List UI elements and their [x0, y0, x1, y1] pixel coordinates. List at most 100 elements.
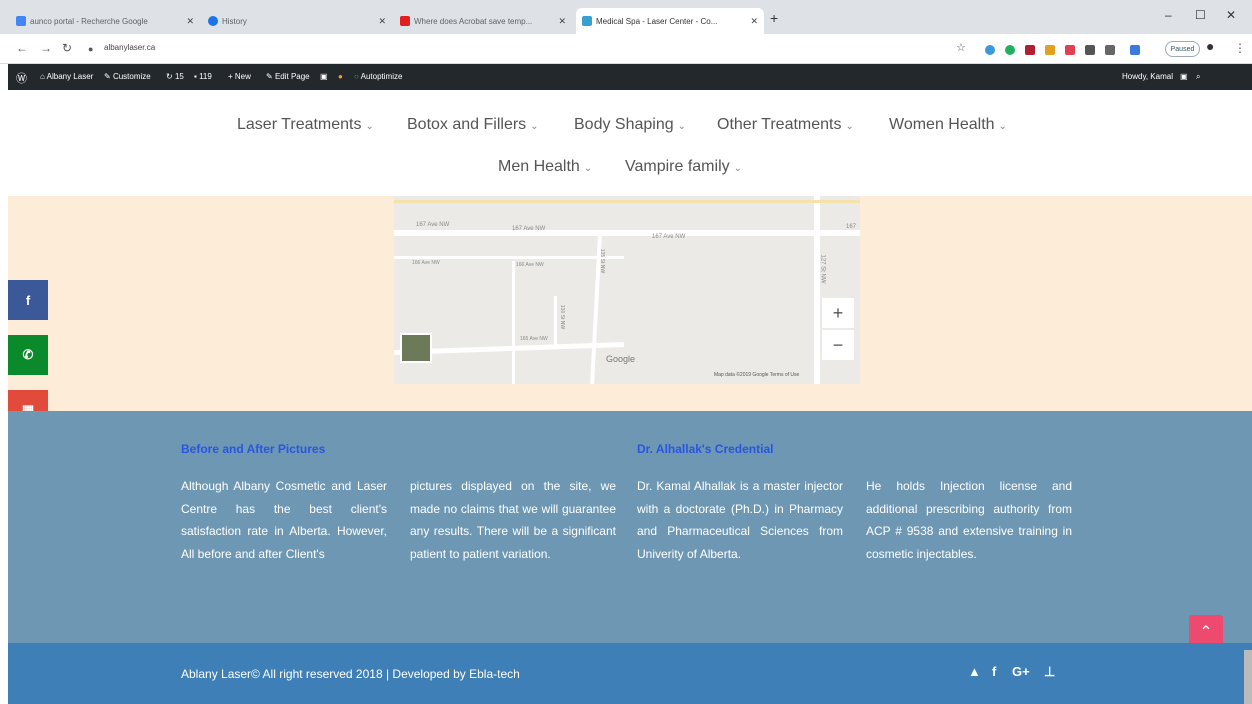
site-favicon-icon [582, 16, 592, 26]
menu-icon[interactable]: ⋮ [1234, 41, 1246, 55]
new-content-link[interactable]: + New [228, 72, 251, 81]
browser-tab[interactable]: Where does Acrobat save temp... ✕ [394, 8, 572, 34]
profile-paused-button[interactable]: Paused [1165, 41, 1200, 57]
edit-page-link[interactable]: ✎ Edit Page [266, 72, 310, 81]
chevron-down-icon: ⌄ [530, 121, 539, 132]
tab-title: Where does Acrobat save temp... [414, 16, 533, 26]
map-road [512, 261, 515, 384]
satellite-toggle[interactable] [400, 333, 432, 363]
facebook-icon[interactable]: f [992, 664, 996, 679]
chevron-down-icon: ⌄ [677, 121, 687, 132]
history-icon [208, 16, 218, 26]
map-label: 167 Ave NW [652, 234, 686, 240]
google-logo: Google [606, 354, 636, 364]
browser-tab[interactable]: aunco portal - Recherche Google ✕ [10, 8, 200, 34]
wordpress-icon[interactable]: Ⓦ [16, 70, 27, 86]
acrobat-icon [400, 16, 410, 26]
close-icon[interactable]: ✕ [750, 16, 758, 27]
address-bar: ← → ↻ ● albanylaser.ca ☆ Paused ● ⋮ [0, 34, 1252, 64]
browser-tab-active[interactable]: Medical Spa - Laser Center - Co... ✕ [576, 8, 764, 34]
map-label: 165 Ave NW [520, 336, 548, 342]
tab-title: aunco portal - Recherche Google [30, 16, 148, 26]
browser-tab[interactable]: History ✕ [202, 8, 392, 34]
comments-link[interactable]: ▪ 119 [194, 72, 212, 81]
map-road [394, 230, 860, 236]
new-tab-button[interactable]: + [770, 10, 778, 26]
nav-item-botox-fillers[interactable]: Botox and Fillers ⌄ [407, 116, 539, 134]
close-icon[interactable]: ✕ [378, 16, 386, 27]
credential-text-continued: He holds Injection license and additiona… [866, 479, 1072, 561]
chevron-down-icon: ⌄ [998, 121, 1007, 132]
google-icon [16, 16, 26, 26]
map-label: 166 Ave NW [516, 262, 544, 268]
nav-item-body-shaping[interactable]: Body Shaping ⌄ [574, 116, 686, 134]
nav-item-women-health[interactable]: Women Health ⌄ [889, 116, 1007, 134]
extension-icon[interactable] [1130, 45, 1140, 55]
url-field[interactable]: albanylaser.ca [104, 43, 155, 52]
sitemap-icon[interactable]: ⊥ [1044, 664, 1055, 680]
back-icon[interactable]: ← [16, 41, 28, 55]
zoom-out-button[interactable]: − [822, 330, 854, 360]
chevron-up-icon: ⌃ [1199, 624, 1213, 641]
copyright-text: Ablany Laser© All right reserved 2018 | … [181, 667, 520, 681]
star-icon[interactable]: ☆ [956, 41, 966, 54]
google-plus-icon[interactable]: G+ [1012, 664, 1030, 679]
avatar[interactable]: ▣ [1180, 72, 1188, 81]
map-label: 167 Ave NW [416, 222, 450, 228]
minimize-button[interactable]: – [1165, 8, 1172, 22]
chevron-down-icon: ⌄ [583, 163, 593, 174]
close-window-button[interactable]: ✕ [1226, 8, 1236, 22]
extension-icon[interactable] [1045, 45, 1055, 55]
extension-icon[interactable] [1025, 45, 1035, 55]
extension-icon[interactable] [1005, 45, 1015, 55]
browser-window: aunco portal - Recherche Google ✕ History… [0, 0, 1252, 704]
reload-icon[interactable]: ↻ [62, 41, 72, 55]
profile-avatar-icon[interactable]: ● [1206, 38, 1214, 54]
before-after-text-continued: pictures displayed on the site, we made … [410, 479, 616, 561]
tab-title: Medical Spa - Laser Center - Co... [596, 16, 718, 26]
credential-heading: Dr. Alhallak's Credential [637, 442, 774, 456]
facebook-icon: f [25, 292, 31, 308]
before-after-heading: Before and After Pictures [181, 442, 326, 456]
lock-icon: ● [88, 44, 94, 54]
map-label: 135 St NW [599, 248, 606, 274]
status-dot-icon: ● [338, 72, 343, 81]
nav-item-vampire-family[interactable]: Vampire family ⌄ [625, 158, 742, 176]
main-navigation [8, 90, 1252, 196]
map-road [394, 256, 624, 259]
phone-icon: ✆ [22, 347, 34, 362]
extension-icon[interactable] [985, 45, 995, 55]
nav-item-laser-treatments[interactable]: Laser Treatments ⌄ [237, 116, 374, 134]
nav-item-men-health[interactable]: Men Health ⌄ [498, 158, 592, 176]
scrollbar[interactable] [1244, 650, 1252, 704]
tab-title: History [222, 16, 247, 26]
zoom-in-button[interactable]: + [822, 298, 854, 328]
map-attribution[interactable]: Map data ©2019 Google Terms of Use [714, 372, 799, 378]
search-icon[interactable]: ⌕ [1196, 72, 1200, 82]
facebook-share-button[interactable]: f [8, 280, 48, 320]
map-label: 130 St NW [559, 304, 566, 330]
close-icon[interactable]: ✕ [186, 16, 194, 27]
site-name-link[interactable]: ⌂ Albany Laser [40, 72, 93, 81]
account-greeting[interactable]: Howdy, Kamal [1122, 72, 1173, 81]
youtube-icon[interactable]: ▲ [968, 664, 981, 679]
wp-admin-bar: Ⓦ ⌂ Albany Laser ✎ Customize ↻ 15 ▪ 119 … [8, 64, 1252, 90]
extension-icon[interactable] [1105, 45, 1115, 55]
updates-link[interactable]: ↻ 15 [166, 72, 184, 81]
map-label: 127 St NW [819, 254, 826, 284]
map-road [394, 200, 860, 203]
map-road [814, 196, 820, 384]
chevron-down-icon: ⌄ [733, 163, 743, 174]
extension-icon[interactable] [1085, 45, 1095, 55]
extension-icon[interactable] [1065, 45, 1075, 55]
close-icon[interactable]: ✕ [558, 16, 566, 27]
builder-icon[interactable]: ▣ [320, 72, 328, 81]
customize-link[interactable]: ✎ Customize [104, 72, 151, 81]
nav-item-other-treatments[interactable]: Other Treatments ⌄ [717, 116, 854, 134]
autoptimize-link[interactable]: ○ Autoptimize [354, 72, 402, 81]
phone-button[interactable]: ✆ [8, 335, 48, 375]
forward-icon[interactable]: → [40, 41, 52, 55]
maximize-button[interactable]: ☐ [1195, 8, 1206, 22]
tab-bar: aunco portal - Recherche Google ✕ History… [0, 0, 1252, 34]
before-after-text: Although Albany Cosmetic and Laser Centr… [181, 479, 387, 561]
